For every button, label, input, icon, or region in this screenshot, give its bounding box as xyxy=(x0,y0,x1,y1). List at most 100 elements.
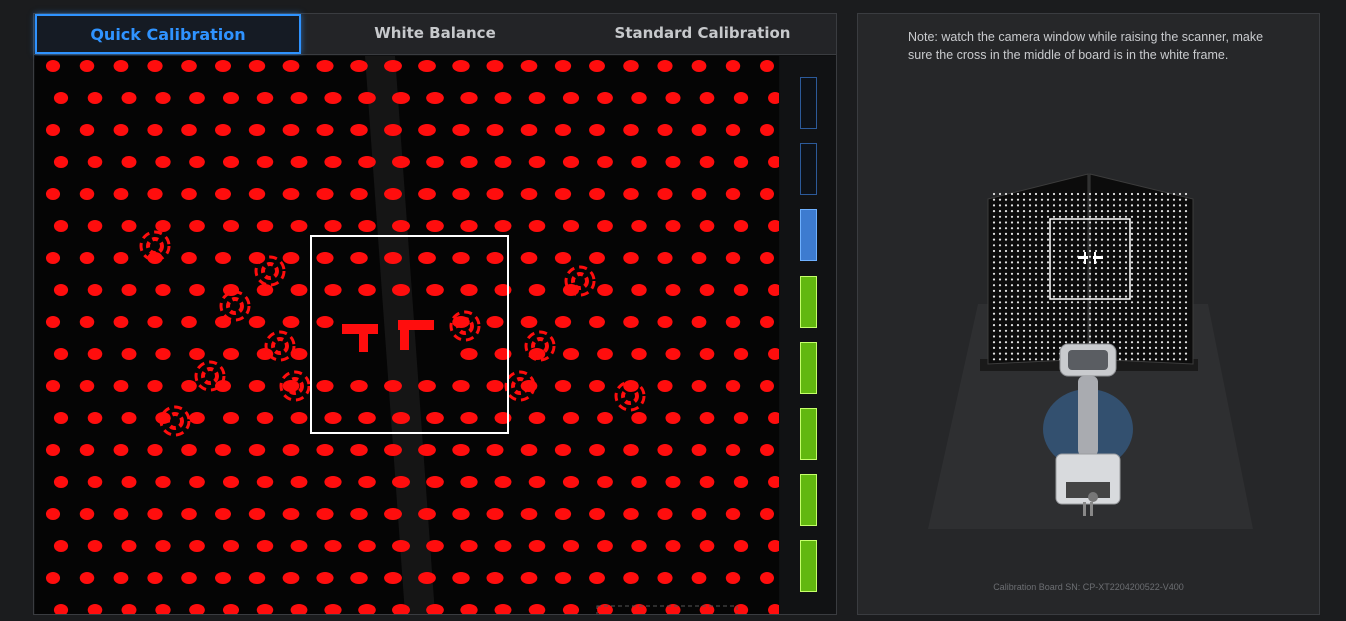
board-dot xyxy=(1178,289,1182,292)
board-dot xyxy=(998,312,1002,315)
board-dot xyxy=(1130,227,1134,230)
board-dot xyxy=(1070,312,1074,315)
meter-bar-filled xyxy=(800,408,817,460)
board-dot xyxy=(1076,335,1080,338)
meter-bar xyxy=(800,143,817,195)
calibration-dot xyxy=(691,188,707,200)
board-dot xyxy=(1034,301,1038,304)
calibration-dot xyxy=(53,348,69,360)
board-dot xyxy=(992,204,996,207)
calibration-dot xyxy=(324,476,342,488)
board-dot xyxy=(1136,341,1140,344)
board-dot xyxy=(1016,335,1020,338)
board-dot xyxy=(1160,249,1164,253)
board-dot xyxy=(1160,278,1164,281)
board-dot xyxy=(1058,306,1062,310)
board-dot xyxy=(1016,329,1020,332)
tab-white-balance[interactable]: White Balance xyxy=(301,14,569,54)
calibration-dot xyxy=(121,284,137,296)
calibration-dot xyxy=(597,348,613,360)
board-dot xyxy=(1064,249,1068,253)
board-dot xyxy=(1040,255,1044,258)
board-dot xyxy=(1016,272,1020,275)
board-dot xyxy=(1016,192,1020,196)
board-dot xyxy=(1136,249,1140,253)
calibration-dot xyxy=(520,188,538,200)
board-dot xyxy=(1004,249,1008,253)
board-dot xyxy=(1028,324,1032,327)
calibration-dot xyxy=(631,156,647,168)
board-dot xyxy=(1160,221,1164,224)
scanner-handle xyxy=(1078,376,1098,456)
board-dot xyxy=(1124,204,1128,207)
board-dot xyxy=(1040,312,1044,315)
calibration-dot xyxy=(589,188,605,200)
tab-standard-calibration[interactable]: Standard Calibration xyxy=(569,14,836,54)
board-dot xyxy=(1028,255,1032,258)
calibration-dot xyxy=(87,476,103,488)
board-dot xyxy=(1046,324,1050,327)
board-dot xyxy=(1058,215,1062,218)
calibration-dot xyxy=(665,220,681,232)
calibration-dot xyxy=(256,92,274,104)
board-dot xyxy=(1052,289,1056,292)
board-dot xyxy=(998,227,1002,230)
board-dot xyxy=(1154,192,1158,196)
board-dot xyxy=(1040,192,1044,196)
board-dot xyxy=(1058,341,1062,344)
board-dot xyxy=(1166,244,1170,247)
calibration-dot xyxy=(290,412,308,424)
board-dot xyxy=(1148,352,1152,355)
board-dot xyxy=(992,244,996,247)
board-dot xyxy=(1130,324,1134,327)
calibration-dot xyxy=(248,380,266,392)
board-dot xyxy=(1064,295,1068,298)
calibration-dot xyxy=(324,156,342,168)
board-dot xyxy=(1100,312,1104,315)
calibration-dot xyxy=(631,220,647,232)
board-dot xyxy=(1160,267,1164,270)
tab-quick-calibration[interactable]: Quick Calibration xyxy=(35,14,301,54)
board-dot xyxy=(1088,221,1092,224)
board-dot xyxy=(1058,329,1062,332)
board-dot xyxy=(1154,198,1158,201)
calibration-dot xyxy=(657,508,673,520)
board-dot xyxy=(1088,238,1092,241)
calibration-dot xyxy=(494,92,512,104)
board-dot xyxy=(1088,284,1092,287)
board-dot xyxy=(1178,301,1182,304)
calibration-dot xyxy=(87,156,103,168)
calibration-dot xyxy=(189,348,205,360)
board-dot xyxy=(1106,204,1110,207)
board-dot xyxy=(1076,272,1080,275)
board-dot xyxy=(1094,227,1098,230)
board-dot xyxy=(1070,255,1074,258)
board-dot xyxy=(1160,295,1164,298)
board-dot xyxy=(1088,329,1092,332)
calibration-dot xyxy=(248,444,266,456)
board-dot xyxy=(1154,272,1158,275)
board-dot xyxy=(1136,244,1140,247)
calibration-dot xyxy=(665,540,681,552)
board-dot xyxy=(1136,255,1140,258)
board-dot xyxy=(998,358,1002,361)
board-dot xyxy=(992,295,996,298)
board-dot xyxy=(1046,306,1050,310)
calibration-dot xyxy=(181,572,197,584)
board-dot xyxy=(1166,324,1170,327)
calibration-dot xyxy=(665,348,681,360)
board-dot xyxy=(1016,232,1020,235)
board-dot xyxy=(992,232,996,235)
board-dot xyxy=(1118,204,1122,207)
board-dot xyxy=(1112,221,1116,224)
calibration-dot xyxy=(222,412,240,424)
calibration-dot xyxy=(79,252,95,264)
calibration-dot xyxy=(562,476,580,488)
board-dot xyxy=(1016,204,1020,207)
board-dot xyxy=(1070,289,1074,292)
calibration-dot xyxy=(520,572,538,584)
board-dot xyxy=(1034,249,1038,253)
calibration-dot xyxy=(256,412,274,424)
board-dot xyxy=(1064,232,1068,235)
board-dot xyxy=(1016,215,1020,218)
